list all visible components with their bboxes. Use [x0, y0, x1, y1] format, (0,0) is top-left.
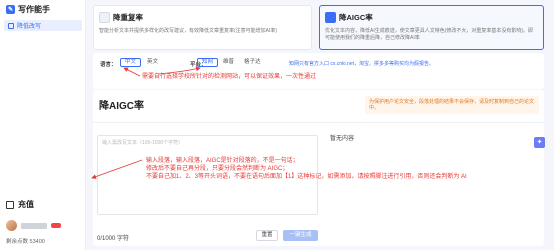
- language-label: 语言：: [100, 62, 117, 68]
- card-title: 降重复率: [113, 13, 143, 22]
- wallet-icon: [6, 200, 14, 209]
- card-header: 降AIGC率: [325, 12, 373, 23]
- card-description: 优化文本内容，降低AI生成痕迹，使文章更具人文特色(修改不大，对重复率基本没有影…: [325, 28, 534, 41]
- annotation-input-tip-3: 不要自己加1、2、3等开头词语，不要在语句后面加【1】这种标记，如需添加，请按照…: [146, 174, 467, 180]
- sidebar-item-label: 降低改写: [17, 24, 42, 30]
- user-profile[interactable]: [6, 220, 61, 231]
- sidebar-item-rewrite[interactable]: 降低改写: [4, 20, 82, 31]
- app-title-text: 写作能手: [18, 5, 50, 14]
- character-counter: 0/1000 字符: [97, 236, 130, 242]
- vip-badge: [51, 223, 61, 228]
- assistant-icon[interactable]: ✦: [534, 137, 545, 148]
- language-option-chinese[interactable]: 中文: [120, 58, 142, 67]
- card-description: 智能分析文本并提供多样化的改写建议，有效降低文章重复率(注意可能增加AI率): [99, 28, 278, 34]
- privacy-warning: 为保护用户论文安全，段落处理的结果不会保存，请及时复制到自己的论文中。: [365, 96, 539, 114]
- user-name-redacted: [21, 222, 47, 229]
- card-title: 降AIGC率: [339, 13, 373, 22]
- card-header: 降重复率: [99, 12, 143, 23]
- document-icon: [8, 22, 14, 29]
- divider: [93, 122, 544, 123]
- platform-option-gezida[interactable]: 格子达: [240, 58, 265, 67]
- app-title: ✎ 写作能手: [6, 4, 50, 15]
- platform-option-cnki[interactable]: 知网: [197, 58, 219, 67]
- platform-option-vip[interactable]: 维普: [219, 58, 238, 67]
- annotation-platform-tip: 需要自行选择学校所针对的检测网站，可以保证效果，一次性通过: [142, 74, 317, 80]
- result-empty-label: 暂无内容: [330, 136, 355, 142]
- recharge-label: 充值: [18, 200, 34, 209]
- settings-bar: 语言： 中文 英文 平台： 知网 维普 格子达 知网只有官方入口 cx.cnki…: [93, 53, 544, 89]
- reset-button[interactable]: 重置: [256, 230, 278, 241]
- ai-icon: [325, 12, 336, 23]
- official-entry-notice: 知网只有官方入口 cx.cnki.net，淘宝、拼多多等购买均为假报告。: [289, 61, 435, 67]
- language-option-english[interactable]: 英文: [143, 58, 162, 67]
- rewrite-icon: [99, 12, 110, 23]
- annotation-input-tip-2: 修改后不要自己再分段，只要分段会然判断为 AIGC；: [146, 166, 289, 172]
- recharge-link[interactable]: 充值: [6, 199, 34, 210]
- mode-card-reduce-duplicate[interactable]: 降重复率 智能分析文本并提供多样化的改写建议，有效降低文章重复率(注意可能增加A…: [93, 5, 312, 50]
- avatar: [6, 220, 17, 231]
- annotation-input-tip-1: 输入段落，输入段落，AIGC是针对段落的，不是一句话；: [146, 158, 299, 164]
- app-logo-icon: ✎: [6, 5, 15, 14]
- generate-button[interactable]: 一键生成: [283, 230, 318, 241]
- page-title: 降AIGC率: [99, 101, 144, 112]
- sidebar: ✎ 写作能手 降低改写 充值 剩余点数 53400: [0, 0, 86, 250]
- mode-card-reduce-aigc[interactable]: 降AIGC率 优化文本内容，降低AI生成痕迹，使文章更具人文特色(修改不大，对重…: [319, 5, 544, 50]
- points-remaining: 剩余点数 53400: [6, 239, 45, 245]
